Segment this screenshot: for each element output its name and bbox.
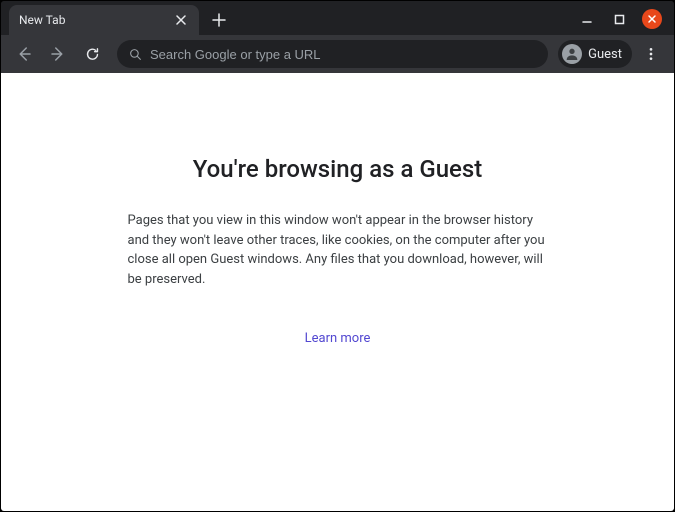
omnibox[interactable] xyxy=(117,40,548,68)
toolbar: Guest xyxy=(1,35,674,73)
browser-window: New Tab xyxy=(0,0,675,512)
tab-new-tab[interactable]: New Tab xyxy=(9,5,199,35)
avatar-icon xyxy=(562,44,582,64)
titlebar: New Tab xyxy=(1,1,674,35)
profile-button[interactable]: Guest xyxy=(558,40,632,68)
window-controls xyxy=(578,9,674,35)
minimize-button[interactable] xyxy=(578,10,596,28)
tab-title: New Tab xyxy=(19,13,173,27)
guest-description: Pages that you view in this window won't… xyxy=(128,211,548,289)
close-window-button[interactable] xyxy=(642,9,662,29)
close-tab-icon[interactable] xyxy=(173,12,189,28)
forward-button[interactable] xyxy=(43,39,73,69)
content-area: You're browsing as a Guest Pages that yo… xyxy=(1,73,674,511)
reload-button[interactable] xyxy=(77,39,107,69)
learn-more-link[interactable]: Learn more xyxy=(305,331,371,346)
omnibox-input[interactable] xyxy=(150,47,536,62)
profile-label: Guest xyxy=(588,47,622,62)
back-button[interactable] xyxy=(9,39,39,69)
main-menu-button[interactable] xyxy=(636,39,666,69)
search-icon xyxy=(129,48,142,61)
maximize-button[interactable] xyxy=(610,10,628,28)
new-tab-button[interactable] xyxy=(205,6,233,34)
page-title: You're browsing as a Guest xyxy=(193,155,483,183)
